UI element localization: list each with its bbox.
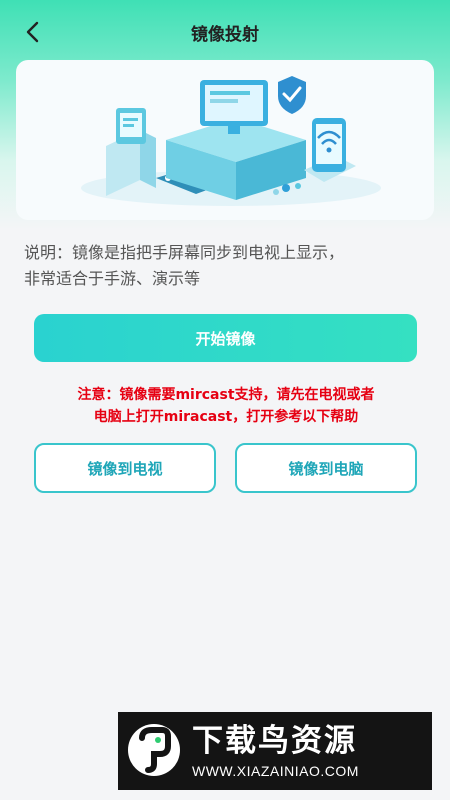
watermark-url: WWW.XIAZAINIAO.COM [192, 763, 359, 779]
description-line-2: 非常适合于手游、演示等 [24, 269, 201, 288]
mirror-to-tv-button[interactable]: 镜像到电视 [34, 443, 216, 493]
notice-line-2: 电脑上打开miracast，打开参考以下帮助 [93, 409, 359, 425]
watermark-title: 下载鸟资源 [192, 723, 357, 759]
notice-text: 注意：镜像需要mircast支持，请先在电视或者 电脑上打开miracast，打… [40, 384, 412, 428]
watermark-banner: 下载鸟资源 WWW.XIAZAINIAO.COM [118, 712, 432, 790]
shield-icon [278, 76, 306, 114]
back-button[interactable] [18, 18, 46, 46]
screen-mirroring-illustration [81, 76, 381, 206]
start-mirror-button[interactable]: 开始镜像 [34, 314, 417, 362]
phone-wifi-icon [304, 118, 356, 182]
tablet-icon [106, 108, 156, 196]
page-title: 镜像投射 [191, 24, 259, 45]
description-line-1: 说明：镜像是指把手屏幕同步到电视上显示， [24, 243, 345, 262]
description-text: 说明：镜像是指把手屏幕同步到电视上显示， 非常适合于手游、演示等 [24, 240, 434, 292]
mirror-to-pc-button[interactable]: 镜像到电脑 [235, 443, 417, 493]
bird-logo-icon [128, 724, 180, 776]
banner-card [16, 60, 434, 220]
app-header: 镜像投射 [0, 0, 450, 64]
chevron-left-icon [26, 21, 39, 43]
notice-line-1: 注意：镜像需要mircast支持，请先在电视或者 [77, 387, 375, 403]
